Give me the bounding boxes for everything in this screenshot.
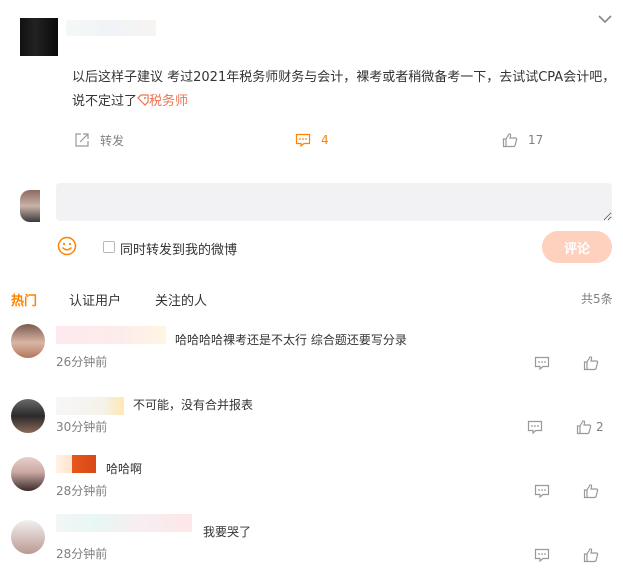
topic-tag-icon xyxy=(137,94,149,106)
share-icon xyxy=(75,133,89,147)
thumbs-up-icon[interactable] xyxy=(583,547,599,563)
tab-following[interactable]: 关注的人 xyxy=(155,290,207,309)
author-name-blurred[interactable] xyxy=(66,20,156,36)
commenter-name-blurred[interactable] xyxy=(56,514,192,532)
repost-label: 同时转发到我的微博 xyxy=(120,243,238,258)
comment-text: 哈哈哈哈裸考还是不太行 综合题还要写分录 xyxy=(175,333,407,347)
comment-total: 共5条 xyxy=(581,292,613,306)
topic-tag-link[interactable]: 税务师 xyxy=(149,94,188,109)
reply-icon[interactable] xyxy=(534,483,550,499)
submit-comment-button[interactable]: 评论 xyxy=(542,231,612,263)
reply-icon[interactable] xyxy=(527,419,543,435)
commenter-avatar[interactable] xyxy=(11,324,45,358)
tab-verified[interactable]: 认证用户 xyxy=(69,290,121,309)
like-button[interactable]: 17 xyxy=(502,130,543,150)
comment-text: 哈哈啊 xyxy=(106,462,143,476)
comment-like-count: 2 xyxy=(596,420,604,434)
comment-text: 不可能，没有合并报表 xyxy=(133,398,254,412)
like-count: 17 xyxy=(528,133,544,147)
commenter-avatar[interactable] xyxy=(11,457,45,491)
commenter-name-blurred[interactable] xyxy=(56,326,166,344)
reply-icon[interactable] xyxy=(534,547,550,563)
share-button[interactable]: 转发 xyxy=(74,130,124,150)
comment-time: 30分钟前 xyxy=(56,420,108,434)
commenter-avatar[interactable] xyxy=(11,399,45,433)
comment-button[interactable]: 4 xyxy=(295,130,329,150)
repost-checkbox[interactable] xyxy=(103,241,115,253)
thumbs-up-icon[interactable] xyxy=(576,419,592,435)
chevron-down-icon[interactable] xyxy=(596,10,614,28)
commenter-name-blurred[interactable] xyxy=(56,455,96,473)
share-label: 转发 xyxy=(100,133,125,148)
comment-count: 4 xyxy=(321,133,329,147)
comment-time: 26分钟前 xyxy=(56,355,108,369)
thumbs-up-icon xyxy=(502,133,518,148)
comment-time: 28分钟前 xyxy=(56,547,108,561)
author-avatar[interactable] xyxy=(20,18,58,56)
thumbs-up-icon[interactable] xyxy=(583,355,599,371)
reply-icon[interactable] xyxy=(534,355,550,371)
commenter-name-blurred[interactable] xyxy=(56,397,124,415)
comment-icon xyxy=(295,133,311,148)
commenter-avatar[interactable] xyxy=(11,520,45,554)
comment-text: 我要哭了 xyxy=(203,525,252,539)
thumbs-up-icon[interactable] xyxy=(583,483,599,499)
tab-hot[interactable]: 热门 xyxy=(11,290,37,309)
comment-input[interactable] xyxy=(56,183,612,221)
comment-time: 28分钟前 xyxy=(56,484,108,498)
my-avatar xyxy=(20,190,40,222)
post-text: 以后这样子建议 考过2021年税务师财务与会计，裸考或者稍微备考一下，去试试CP… xyxy=(72,66,617,114)
emoji-icon[interactable] xyxy=(57,236,77,256)
